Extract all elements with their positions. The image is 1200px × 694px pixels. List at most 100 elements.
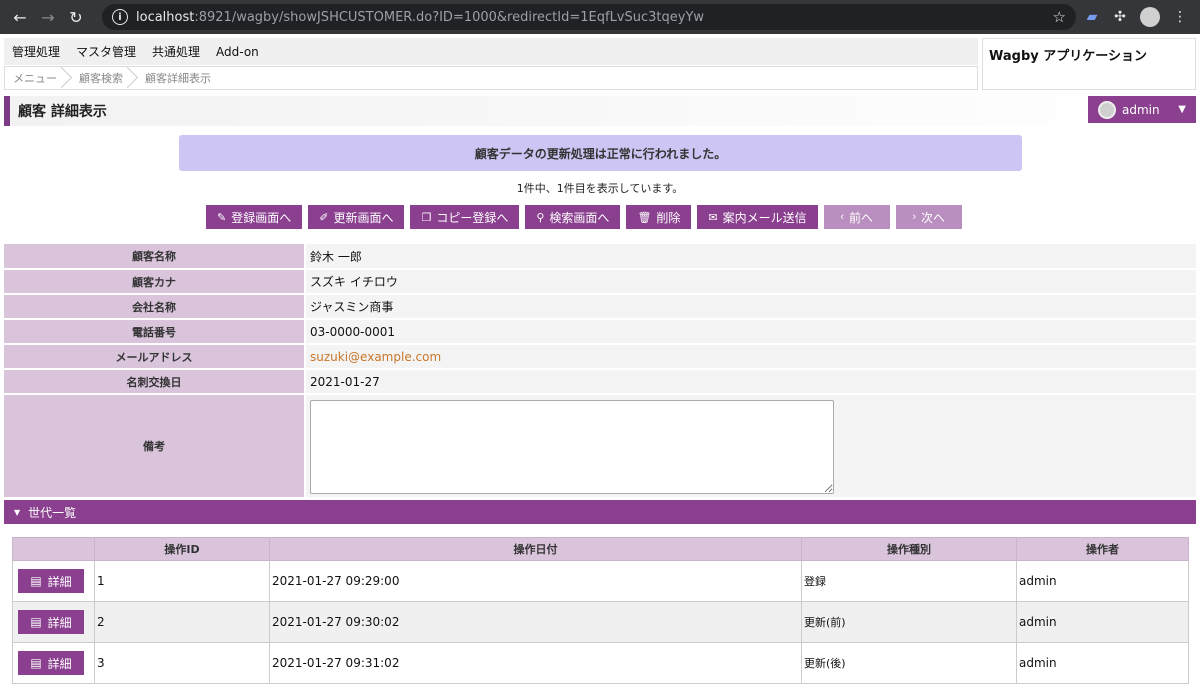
button-label: 前へ: [848, 210, 873, 225]
operator-cell: admin: [1016, 642, 1189, 684]
field-label: メールアドレス: [4, 344, 305, 370]
col-header-op-date: 操作日付: [269, 537, 802, 561]
email-link[interactable]: suzuki@example.com: [310, 350, 441, 364]
field-row: 顧客カナ スズキ イチロウ: [4, 269, 1196, 295]
bookmark-star-icon[interactable]: ☆: [1053, 8, 1066, 26]
breadcrumb-search[interactable]: 顧客検索: [71, 67, 137, 89]
phone-value: 03-0000-0001: [304, 319, 1196, 345]
field-label: 名刺交換日: [4, 369, 305, 395]
menu-item-admin[interactable]: 管理処理: [12, 43, 60, 60]
op-id-cell: 2: [94, 601, 270, 643]
field-label: 電話番号: [4, 319, 305, 345]
field-label: 会社名称: [4, 294, 305, 320]
col-header-op-id: 操作ID: [94, 537, 270, 561]
detail-button[interactable]: ▤ 詳細: [18, 569, 84, 593]
customer-name-value: 鈴木 一郎: [304, 244, 1196, 270]
op-type-cell: 登録: [801, 560, 1017, 602]
card-exchange-date-value: 2021-01-27: [304, 369, 1196, 395]
page-header: 顧客 詳細表示: [4, 96, 1196, 126]
user-name: admin: [1122, 102, 1160, 117]
op-id-cell: 3: [94, 642, 270, 684]
menu-item-master[interactable]: マスタ管理: [76, 43, 136, 60]
page-title: 顧客 詳細表示: [18, 104, 107, 120]
user-menu-button[interactable]: admin ▼: [1088, 96, 1196, 123]
table-row: ▤ 詳細 3 2021-01-27 09:31:02 更新(後) admin: [12, 642, 1189, 684]
edit-icon: ✐: [319, 211, 329, 224]
copy-icon: ❐: [421, 211, 432, 224]
field-label: 顧客名称: [4, 244, 305, 270]
document-icon: ▤: [30, 656, 42, 670]
op-id-cell: 1: [94, 560, 270, 602]
detail-cell: ▤ 詳細: [12, 560, 95, 602]
detail-cell: ▤ 詳細: [12, 642, 95, 684]
to-update-button[interactable]: ✐ 更新画面へ: [308, 205, 405, 229]
button-label: 登録画面へ: [231, 210, 292, 225]
field-row: 名刺交換日 2021-01-27: [4, 369, 1196, 395]
prev-button[interactable]: ‹ 前へ: [823, 205, 890, 229]
search-icon: ⚲: [536, 211, 545, 224]
detail-button[interactable]: ▤ 詳細: [18, 610, 84, 634]
chevron-right-icon: ›: [912, 211, 916, 223]
extension-icon[interactable]: ▰: [1080, 5, 1104, 29]
next-button[interactable]: › 次へ: [895, 205, 962, 229]
action-buttons: ✎ 登録画面へ ✐ 更新画面へ ❐ コピー登録へ ⚲ 検索画面へ 🗑 削除 ✉ 案内メール送…: [206, 205, 962, 229]
menu-item-addon[interactable]: Add-on: [216, 45, 259, 59]
forward-icon[interactable]: →: [36, 5, 60, 29]
button-label: 詳細: [47, 656, 72, 671]
email-cell: suzuki@example.com: [304, 344, 1196, 370]
field-row: 会社名称 ジャスミン商事: [4, 294, 1196, 320]
caret-down-icon: ▼: [1178, 104, 1186, 115]
generation-list-title: 世代一覧: [28, 505, 77, 520]
header-accent-bar: [4, 96, 10, 126]
field-row: 顧客名称 鈴木 一郎: [4, 244, 1196, 270]
record-count: 1件中、1件目を表示しています。: [516, 182, 684, 195]
breadcrumb-menu[interactable]: メニュー: [5, 67, 71, 89]
customer-detail-table: 顧客名称 鈴木 一郎 顧客カナ スズキ イチロウ 会社名称 ジャスミン商事 電話番号 0…: [4, 244, 1196, 499]
field-row: メールアドレス suzuki@example.com: [4, 344, 1196, 370]
url-text: localhost:8921/wagby/showJSHCUSTOMER.do?…: [136, 9, 705, 25]
pencil-icon: ✎: [217, 211, 227, 224]
field-row: 備考: [4, 394, 1196, 499]
user-avatar-icon: [1098, 100, 1116, 119]
puzzle-icon[interactable]: ✣: [1108, 5, 1132, 29]
address-bar[interactable]: i localhost:8921/wagby/showJSHCUSTOMER.d…: [102, 4, 1076, 30]
document-icon: ▤: [30, 615, 42, 629]
button-label: 案内メール送信: [722, 210, 807, 225]
kebab-menu-icon[interactable]: ⋮: [1168, 5, 1192, 29]
copy-register-button[interactable]: ❐ コピー登録へ: [410, 205, 520, 229]
button-label: 詳細: [47, 574, 72, 589]
table-row: ▤ 詳細 1 2021-01-27 09:29:00 登録 admin: [12, 560, 1189, 602]
button-label: 次へ: [920, 210, 945, 225]
chevron-left-icon: ‹: [840, 211, 844, 223]
envelope-icon: ✉: [708, 211, 718, 224]
operator-cell: admin: [1016, 560, 1189, 602]
history-table: 操作ID 操作日付 操作種別 操作者 ▤ 詳細 1 2021-01-27 09:2…: [12, 537, 1189, 684]
caret-down-icon: ▼: [14, 507, 21, 517]
breadcrumb-current: 顧客詳細表示: [145, 72, 211, 85]
history-header-row: 操作ID 操作日付 操作種別 操作者: [12, 537, 1189, 561]
col-header-op-type: 操作種別: [801, 537, 1017, 561]
to-search-button[interactable]: ⚲ 検索画面へ: [525, 205, 621, 229]
operator-cell: admin: [1016, 601, 1189, 643]
button-label: 詳細: [47, 615, 72, 630]
generation-list-header[interactable]: ▼ 世代一覧: [4, 500, 1196, 524]
delete-button[interactable]: 🗑 削除: [626, 205, 692, 229]
main-menu: 管理処理 マスタ管理 共通処理 Add-on: [4, 38, 978, 65]
back-icon[interactable]: ←: [8, 5, 32, 29]
detail-button[interactable]: ▤ 詳細: [18, 651, 84, 675]
col-header-operator: 操作者: [1016, 537, 1189, 561]
profile-avatar[interactable]: [1140, 7, 1160, 27]
field-label: 顧客カナ: [4, 269, 305, 295]
customer-kana-value: スズキ イチロウ: [304, 269, 1196, 295]
button-label: 検索画面へ: [549, 210, 610, 225]
info-icon[interactable]: i: [112, 9, 128, 25]
col-header-action: [12, 537, 95, 561]
send-mail-button[interactable]: ✉ 案内メール送信: [697, 205, 818, 229]
notes-cell: [304, 394, 1196, 499]
notes-textarea[interactable]: [310, 399, 834, 494]
browser-toolbar: ← → ↻ i localhost:8921/wagby/showJSHCUST…: [0, 0, 1200, 34]
menu-item-common[interactable]: 共通処理: [152, 43, 200, 60]
reload-icon[interactable]: ↻: [64, 5, 88, 29]
trash-icon: 🗑: [637, 211, 652, 224]
to-register-button[interactable]: ✎ 登録画面へ: [206, 205, 303, 229]
